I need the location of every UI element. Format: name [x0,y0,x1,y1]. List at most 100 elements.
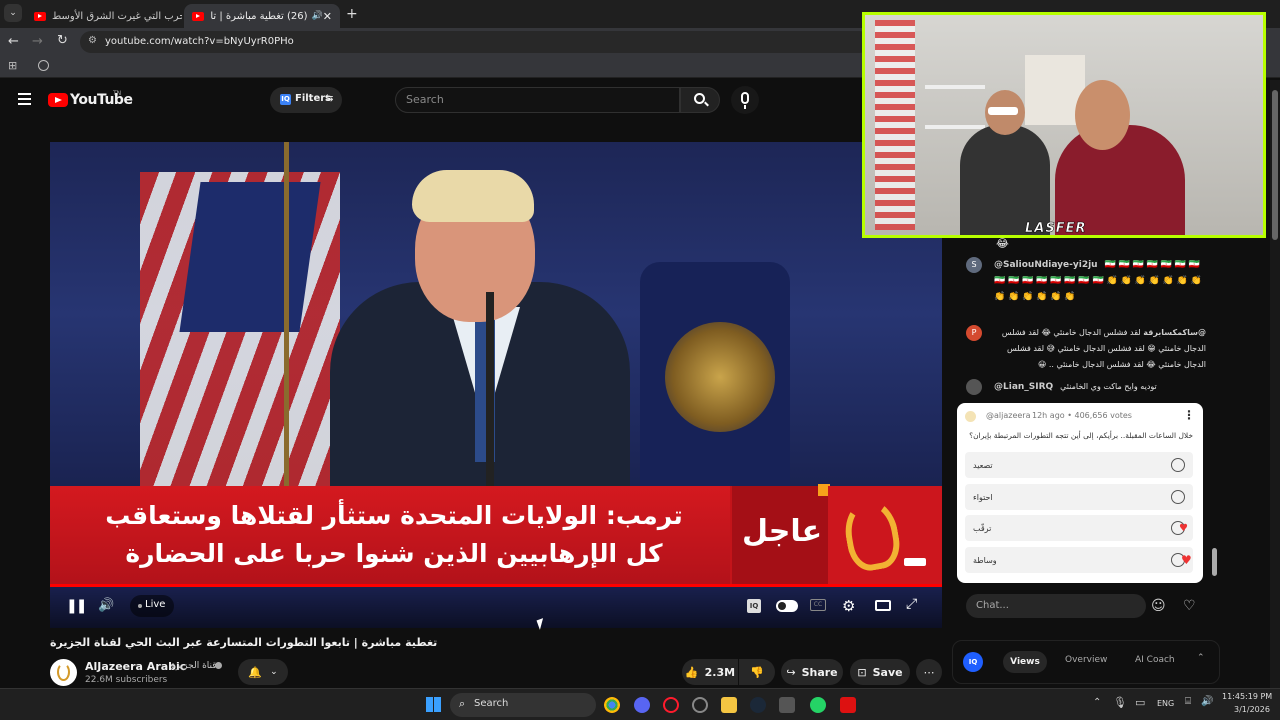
poll-option[interactable]: ترقّب [965,515,1193,541]
share-button[interactable]: ↪ Share [781,659,843,685]
aljazeera-avatar-icon [57,663,70,681]
miniplayer-icon[interactable] [875,600,891,611]
youtube-favicon-icon [34,11,46,21]
chat-username[interactable]: @Lian_SIRQ [994,382,1053,392]
clock-date[interactable]: 3/1/2026 [1234,705,1270,714]
wall-flag [875,20,915,230]
breaking-box: عاجل [732,486,828,584]
subscriber-count: 22.6M subscribers [85,675,168,685]
clock-time[interactable]: 11:45:19 PM [1222,692,1272,701]
share-label: Share [801,665,838,679]
chat-username[interactable]: @SaliouNdiaye-yi2ju [994,260,1098,270]
channel-avatar[interactable] [50,659,77,686]
chevron-up-icon[interactable]: ⌃ [1093,697,1101,708]
app-icon[interactable] [779,697,795,713]
globe-icon[interactable] [38,60,49,71]
microphone-icon [741,92,749,104]
taskbar-search-label: Search [474,698,509,709]
back-arrow-icon[interactable]: ← [8,34,19,49]
whatsapp-icon[interactable] [810,697,826,713]
tab-views[interactable]: Views [1003,651,1047,673]
poll-option[interactable]: وساطة [965,547,1193,573]
site-info-icon[interactable]: ⚙ [88,35,97,46]
language-indicator[interactable]: ENG [1157,699,1174,708]
speaker-icon[interactable]: 🔊 [312,11,323,21]
youtube-logo-text[interactable]: YouTube [70,92,133,108]
iq-logo-icon[interactable]: IQ [963,652,983,672]
file-explorer-icon[interactable] [721,697,737,713]
channel-name-arabic[interactable]: قناة الجزيرة [171,661,217,671]
volume-tray-icon[interactable]: 🔊 [1201,696,1213,707]
tab-overview[interactable]: Overview [1065,655,1107,665]
autoplay-toggle[interactable] [776,600,798,612]
app-icon[interactable] [692,697,708,713]
heart-icon[interactable]: ♡ [1183,598,1196,614]
more-horizontal-icon: ⋯ [923,665,935,679]
microphone-tray-icon[interactable]: 🎙 [1113,696,1127,709]
filters-button[interactable]: IQ Filters ⇆ [270,87,342,113]
chat-scrollbar[interactable] [1212,548,1217,576]
tab-title: (26) الحرب التي غيرت الشرق الأوسط [52,10,182,22]
menu-icon[interactable] [18,93,31,105]
apps-grid-icon[interactable]: ⊞ [8,59,17,72]
fullscreen-icon[interactable]: ⤢ [906,596,917,612]
discord-icon[interactable] [634,697,650,713]
network-icon[interactable]: ⌸ [1185,696,1191,707]
captions-icon[interactable]: CC [810,599,826,611]
notification-bell-button[interactable]: 🔔 ⌄ [238,659,288,685]
like-button[interactable]: 👍 2.3M [682,659,738,685]
tab-search-button[interactable]: ⌄ [4,4,22,22]
chat-avatar: P [966,325,982,341]
thumbs-up-icon: 👍 [684,665,699,679]
tab-ai-coach[interactable]: AI Coach [1135,655,1175,665]
chat-username[interactable]: @ساكمكسابرقة [1143,328,1206,337]
headline-line-1: ترمب: الولايات المتحدة ستثأر لقتلاها وست… [105,501,683,530]
close-tab-icon[interactable]: ✕ [323,10,332,23]
omnibox[interactable]: ⚙ youtube.com/watch?v=bNyUyrR0PHo [80,31,870,53]
iq-player-icon[interactable]: IQ [747,599,761,613]
taskbar-search[interactable]: ⌕ Search [450,693,596,717]
video-player[interactable]: ترمب: الولايات المتحدة ستثأر لقتلاها وست… [50,142,942,628]
progress-bar[interactable] [50,584,942,587]
youtube-logo-icon[interactable] [48,93,68,107]
app-icon[interactable] [840,697,856,713]
video-title: تغطية مباشرة | تابعوا التطورات المتسارعة… [50,636,438,649]
save-label: Save [872,665,903,679]
chat-input[interactable]: Chat... [966,594,1146,618]
tab-current-video[interactable]: (26) تغطية مباشرة | تابعوا التطورات 🔊 ✕ [184,4,340,28]
emoji-picker-icon[interactable]: ☺ [1151,598,1166,614]
poll-more-icon[interactable]: ⋮ [1183,408,1195,422]
search-button[interactable] [680,87,720,113]
forward-arrow-icon[interactable]: → [32,34,43,49]
chrome-icon[interactable] [604,697,620,713]
headline-line-2: كل الإرهابيين الذين شنوا حربا على الحضار… [125,539,663,568]
poll-author[interactable]: @aljazeera [986,411,1030,420]
poll-option[interactable]: احتواء [965,484,1193,510]
tray-app-icon[interactable]: ▭ [1135,696,1145,709]
windows-start-icon[interactable] [426,697,441,712]
shelf [925,85,985,89]
more-actions-button[interactable]: ⋯ [916,659,942,685]
live-indicator[interactable]: Live [130,595,174,617]
voice-search-button[interactable] [731,86,759,114]
poll-option[interactable]: تصعيد [965,452,1193,478]
pause-icon[interactable]: ❚❚ [66,598,88,614]
reload-icon[interactable]: ↻ [57,33,68,48]
steam-icon[interactable] [750,697,766,713]
poll-meta: 12h ago • 406,656 votes [1032,411,1132,420]
bookmark-icon: ⊡ [857,665,867,679]
search-input[interactable]: Search [395,87,680,113]
page-scrollbar[interactable] [1270,80,1280,688]
collapse-icon[interactable]: ⌃ [1197,653,1205,663]
opera-icon[interactable] [663,697,679,713]
tab-previous-video[interactable]: (26) الحرب التي غيرت الشرق الأوسط ✕ [26,4,182,28]
new-tab-button[interactable]: + [346,6,358,22]
dislike-button[interactable]: 👎 [739,659,775,685]
youtube-favicon-icon [192,11,204,21]
aljazeera-logo-icon [840,496,904,574]
volume-icon[interactable]: 🔊 [98,598,114,613]
microphone-stand [486,292,494,486]
chat-message: S @SaliouNdiaye-yi2ju 🇮🇷 🇮🇷 🇮🇷 🇮🇷 🇮🇷 🇮🇷 … [966,257,1210,319]
save-button[interactable]: ⊡ Save [850,659,910,685]
settings-gear-icon[interactable]: ⚙ [842,597,855,615]
